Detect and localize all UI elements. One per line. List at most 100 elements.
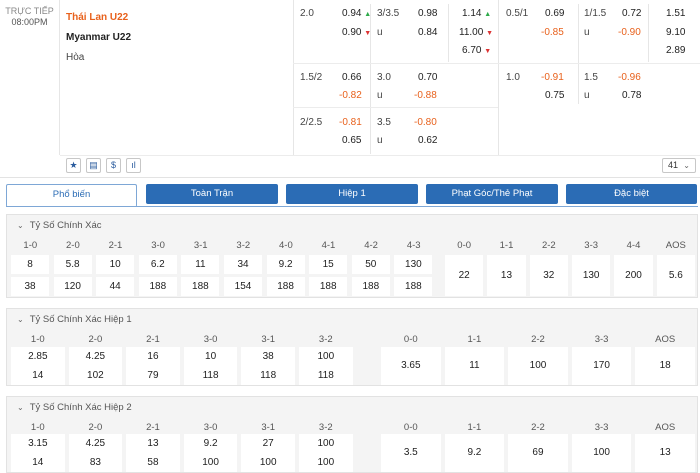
favorite-star-icon[interactable]: ★ xyxy=(66,158,81,173)
hcp-home-odds[interactable]: 0.66 xyxy=(342,68,361,88)
odds-cell[interactable]: 118 xyxy=(241,366,295,385)
odds-cell[interactable]: 8 xyxy=(11,255,49,274)
odds-cell[interactable]: 100 xyxy=(571,434,632,472)
odds-cell[interactable]: 69 xyxy=(508,434,568,472)
h1-ou-over-odds[interactable]: 0.72 xyxy=(622,4,641,24)
odds-cell[interactable]: 16 xyxy=(126,347,180,366)
ou-over-odds[interactable]: -0.80 xyxy=(414,113,437,133)
hcp-away-odds[interactable]: 0.65 xyxy=(342,131,361,151)
h1-x12-away-odds[interactable]: 9.10 xyxy=(666,23,685,43)
odds-cell[interactable]: 13 xyxy=(487,255,526,296)
ou-under-odds[interactable]: -0.88 xyxy=(414,86,437,106)
odds-cell[interactable]: 130 xyxy=(572,255,611,296)
odds-cell[interactable]: 11 xyxy=(181,255,220,274)
tab-dac-biet[interactable]: Đặc biệt xyxy=(566,184,697,204)
odds-cell[interactable]: 14 xyxy=(11,366,65,385)
score-column: 3-0 6.2 188 xyxy=(137,215,180,297)
odds-cell[interactable]: 200 xyxy=(614,255,653,296)
odds-cell[interactable]: 2.85 xyxy=(11,347,65,366)
odds-cell[interactable]: 5.6 xyxy=(656,255,695,296)
odds-cell[interactable]: 32 xyxy=(529,255,568,296)
odds-cell[interactable]: 38 xyxy=(11,277,49,296)
odds-cell[interactable]: 100 xyxy=(508,347,568,385)
h1-hcp-away-odds[interactable]: 0.75 xyxy=(545,86,564,106)
draw-score-column: 0-0 22 xyxy=(443,215,485,297)
odds-cell[interactable]: 100 xyxy=(299,347,353,366)
odds-cell[interactable]: 118 xyxy=(299,366,353,385)
odds-cell[interactable]: 15 xyxy=(309,255,348,274)
h1-ou-line: 1/1.5 xyxy=(584,8,607,19)
odds-cell[interactable]: 4.25 xyxy=(68,434,123,453)
odds-cell[interactable]: 100 xyxy=(299,453,353,472)
odds-cell[interactable]: 18 xyxy=(635,347,695,385)
h1-hcp-away-odds[interactable]: -0.85 xyxy=(541,23,564,43)
score-column: 3-1 11 188 xyxy=(179,215,222,297)
h1-hcp-home-odds[interactable]: -0.91 xyxy=(541,68,564,88)
odds-cell[interactable]: 188 xyxy=(181,277,220,296)
odds-cell[interactable]: 3.15 xyxy=(11,434,65,453)
odds-cell[interactable]: 27 xyxy=(241,434,295,453)
h1-ou-over-odds[interactable]: -0.96 xyxy=(618,68,641,88)
odds-cell[interactable]: 188 xyxy=(266,277,305,296)
h1-hcp-home-odds[interactable]: 0.69 xyxy=(545,4,564,24)
hcp-home-odds[interactable]: -0.81 xyxy=(339,113,362,133)
money-icon[interactable]: $ xyxy=(106,158,121,173)
stats-icon[interactable]: ▤ xyxy=(86,158,101,173)
odds-cell[interactable]: 83 xyxy=(68,453,123,472)
odds-cell[interactable]: 58 xyxy=(126,453,180,472)
ou-under-odds[interactable]: 0.84 xyxy=(418,23,437,43)
tab-pho-bien[interactable]: Phổ biến xyxy=(6,184,137,207)
ou-over-odds[interactable]: 0.70 xyxy=(418,68,437,88)
tab-phat-goc[interactable]: Phạt Góc/Thẻ Phạt xyxy=(426,184,558,204)
odds-cell[interactable]: 102 xyxy=(68,366,123,385)
odds-cell[interactable]: 188 xyxy=(138,277,177,296)
odds-cell[interactable]: 9.2 xyxy=(444,434,505,472)
hcp-home-odds[interactable]: 0.94 ▲ xyxy=(342,4,371,25)
odds-cell[interactable]: 9.2 xyxy=(266,255,305,274)
odds-cell[interactable]: 120 xyxy=(53,277,92,296)
odds-cell[interactable]: 38 xyxy=(241,347,295,366)
x12-home-odds[interactable]: 1.14 ▲ xyxy=(462,4,491,25)
score-column: 2-0 4.25 102 xyxy=(67,309,125,385)
odds-cell[interactable]: 10 xyxy=(183,347,238,366)
odds-cell[interactable]: 118 xyxy=(183,366,238,385)
odds-cell[interactable]: 100 xyxy=(183,453,238,472)
tab-hiep-1[interactable]: Hiệp 1 xyxy=(286,184,418,204)
h1-x12-home-odds[interactable]: 1.51 xyxy=(666,4,685,24)
odds-cell[interactable]: 79 xyxy=(126,366,180,385)
odds-cell[interactable]: 100 xyxy=(299,434,353,453)
tab-toan-tran[interactable]: Toàn Trận xyxy=(146,184,278,204)
hcp-away-odds[interactable]: -0.82 xyxy=(339,86,362,106)
h1-ou-under-odds[interactable]: 0.78 xyxy=(622,86,641,106)
odds-cell[interactable]: 6.2 xyxy=(138,255,177,274)
odds-cell[interactable]: 10 xyxy=(96,255,135,274)
odds-cell[interactable]: 188 xyxy=(394,277,433,296)
ou-over-odds[interactable]: 0.98 xyxy=(418,4,437,24)
odds-cell[interactable]: 3.5 xyxy=(381,434,441,472)
h1-ou-under-odds[interactable]: -0.90 xyxy=(618,23,641,43)
chart-icon[interactable]: ıl xyxy=(126,158,141,173)
odds-cell[interactable]: 170 xyxy=(571,347,632,385)
odds-cell[interactable]: 4.25 xyxy=(68,347,123,366)
x12-draw-odds[interactable]: 6.70 ▼ xyxy=(462,41,491,62)
odds-cell[interactable]: 13 xyxy=(126,434,180,453)
odds-cell[interactable]: 11 xyxy=(444,347,505,385)
odds-cell[interactable]: 14 xyxy=(11,453,65,472)
odds-cell[interactable]: 130 xyxy=(394,255,433,274)
h1-x12-draw-odds[interactable]: 2.89 xyxy=(666,41,685,61)
odds-cell[interactable]: 5.8 xyxy=(53,255,92,274)
odds-cell[interactable]: 34 xyxy=(224,255,262,274)
odds-cell[interactable]: 3.65 xyxy=(381,347,441,385)
score-column: 3-2 100 118 xyxy=(297,309,355,385)
odds-cell[interactable]: 50 xyxy=(351,255,390,274)
odds-cell[interactable]: 100 xyxy=(241,453,295,472)
odds-cell[interactable]: 188 xyxy=(309,277,348,296)
ou-under-odds[interactable]: 0.62 xyxy=(418,131,437,151)
more-markets-button[interactable]: 41 ⌄ xyxy=(662,158,696,173)
odds-cell[interactable]: 22 xyxy=(445,255,484,296)
odds-cell[interactable]: 9.2 xyxy=(183,434,238,453)
odds-cell[interactable]: 13 xyxy=(635,434,695,472)
odds-cell[interactable]: 154 xyxy=(224,277,262,296)
odds-cell[interactable]: 188 xyxy=(351,277,390,296)
odds-cell[interactable]: 44 xyxy=(96,277,135,296)
